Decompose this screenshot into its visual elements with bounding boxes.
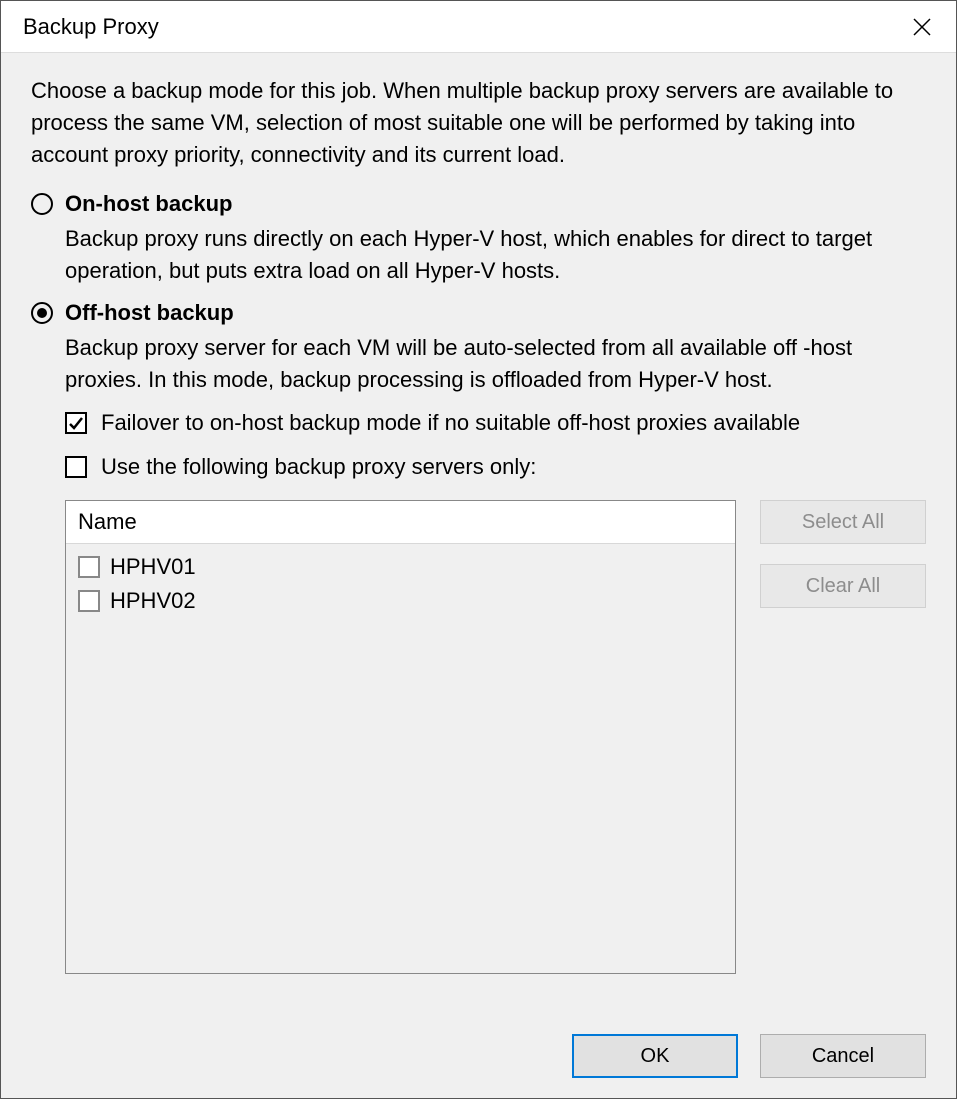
failover-checkbox[interactable]: Failover to on-host backup mode if no su… [65, 410, 926, 436]
proxy-server-list[interactable]: Name HPHV01 HPHV02 [65, 500, 736, 974]
close-icon[interactable] [900, 5, 944, 49]
proxy-row[interactable]: HPHV01 [74, 550, 727, 584]
onhost-description: Backup proxy runs directly on each Hyper… [65, 223, 926, 287]
side-buttons: Select All Clear All [760, 500, 926, 1016]
clear-all-button[interactable]: Clear All [760, 564, 926, 608]
proxy-rows: HPHV01 HPHV02 [66, 544, 735, 973]
proxy-row[interactable]: HPHV02 [74, 584, 727, 618]
proxy-name: HPHV01 [110, 554, 196, 580]
checkbox-icon [78, 590, 100, 612]
onhost-label: On-host backup [65, 191, 232, 217]
checkbox-icon [65, 456, 87, 478]
backup-proxy-dialog: Backup Proxy Choose a backup mode for th… [0, 0, 957, 1099]
use-only-checkbox[interactable]: Use the following backup proxy servers o… [65, 454, 926, 480]
proxy-list-header: Name [66, 501, 735, 544]
checkbox-icon [65, 412, 87, 434]
proxy-panel: Name HPHV01 HPHV02 [65, 500, 926, 1016]
checkbox-icon [78, 556, 100, 578]
dialog-content: Choose a backup mode for this job. When … [1, 53, 956, 1098]
radio-icon [31, 302, 53, 324]
intro-text: Choose a backup mode for this job. When … [31, 75, 926, 171]
failover-label: Failover to on-host backup mode if no su… [101, 410, 800, 436]
proxy-name: HPHV02 [110, 588, 196, 614]
offhost-label: Off-host backup [65, 300, 234, 326]
onhost-backup-option[interactable]: On-host backup Backup proxy runs directl… [31, 191, 926, 287]
offhost-backup-option[interactable]: Off-host backup Backup proxy server for … [31, 300, 926, 396]
cancel-button[interactable]: Cancel [760, 1034, 926, 1078]
titlebar: Backup Proxy [1, 1, 956, 53]
ok-button[interactable]: OK [572, 1034, 738, 1078]
radio-icon [31, 193, 53, 215]
window-title: Backup Proxy [23, 14, 900, 40]
select-all-button[interactable]: Select All [760, 500, 926, 544]
backup-mode-group: On-host backup Backup proxy runs directl… [31, 191, 926, 411]
use-only-label: Use the following backup proxy servers o… [101, 454, 536, 480]
offhost-description: Backup proxy server for each VM will be … [65, 332, 926, 396]
dialog-footer: OK Cancel [31, 1034, 926, 1078]
